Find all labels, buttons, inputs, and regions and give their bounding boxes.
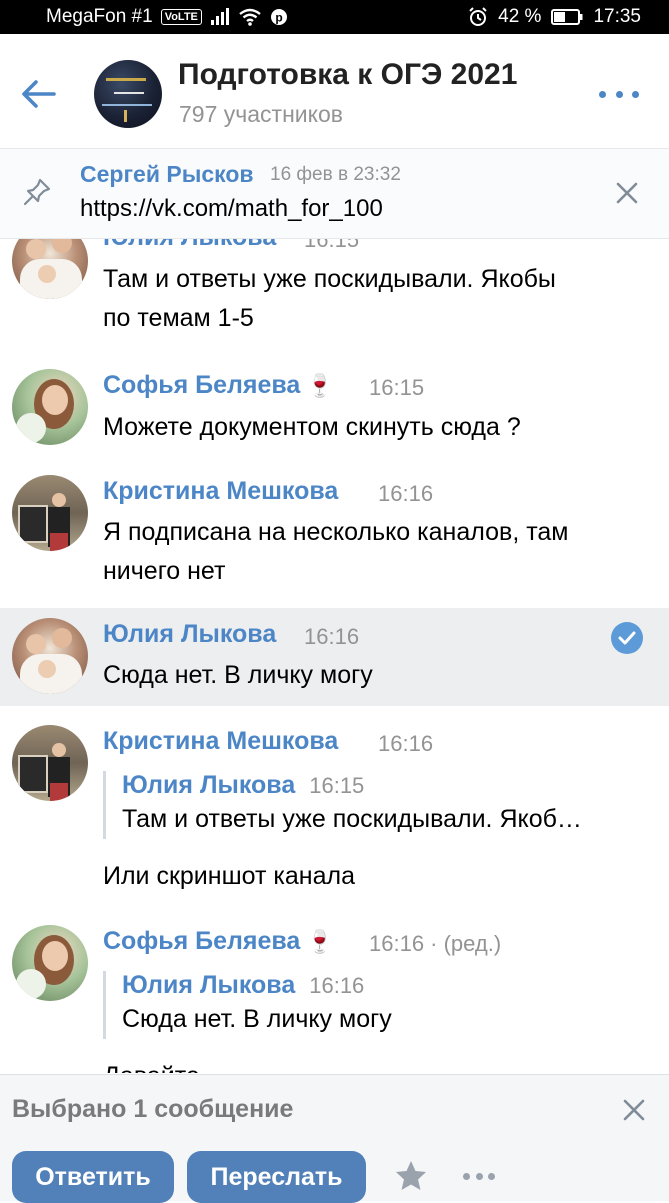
- message-author[interactable]: Софья Беляева 🍷: [103, 371, 334, 400]
- message-list[interactable]: Юлия Лыкова 16:15 Там и ответы уже поски…: [0, 239, 669, 1073]
- carrier-name: MegaFon #1: [46, 6, 153, 27]
- message-time: 16:16: [304, 624, 360, 649]
- forward-button[interactable]: Переслать: [187, 1151, 366, 1203]
- message-text: Там и ответы уже поскидывали. Якобы по т…: [103, 260, 643, 338]
- selected-count: Выбрано 1 сообщение: [12, 1095, 294, 1123]
- dot-icon: [615, 90, 623, 98]
- message-time: 16:16: [378, 481, 434, 506]
- pinned-author: Сергей Рысков: [80, 161, 254, 187]
- message-item[interactable]: Софья Беляева 🍷 16:15 Можете документом с…: [0, 353, 669, 453]
- message-time: 16:16 · (ред.): [369, 931, 502, 956]
- reply-quote[interactable]: Юлия Лыкова 16:15 Там и ответы уже поскид…: [103, 771, 662, 839]
- message-line: по темам 1-5: [103, 304, 254, 332]
- message-text: Я подписана на несколько каналов, там ни…: [103, 513, 643, 591]
- message-item-selected[interactable]: Юлия Лыкова 16:16 Сюда нет. В личку могу: [0, 608, 669, 706]
- avatar[interactable]: [12, 925, 88, 1001]
- svg-text:p: p: [275, 11, 282, 25]
- pinned-message[interactable]: Сергей Рысков 16 фев в 23:32 https://vk.…: [0, 149, 669, 239]
- avatar[interactable]: [12, 369, 88, 445]
- pinterest-icon: p: [270, 9, 287, 25]
- message-text: Можете документом скинуть сюда ?: [103, 408, 643, 447]
- avatar[interactable]: [12, 725, 88, 801]
- message-text: Или скриншот канала: [103, 857, 643, 896]
- avatar[interactable]: [12, 618, 88, 694]
- quote-author: Юлия Лыкова: [122, 771, 296, 799]
- alarm-icon: [469, 7, 487, 26]
- members-count: 797 участников: [179, 101, 343, 127]
- clock: 17:35: [593, 6, 641, 27]
- quote-time: 16:15: [309, 773, 365, 798]
- message-line: Там и ответы уже поскидывали. Якобы: [103, 265, 556, 293]
- back-arrow-icon: [22, 80, 56, 108]
- dot-icon: [599, 90, 606, 98]
- wine-glass-icon: 🍷: [306, 373, 334, 398]
- star-icon[interactable]: [394, 1159, 428, 1193]
- reply-quote[interactable]: Юлия Лыкова 16:16 Сюда нет. В личку могу: [103, 971, 662, 1039]
- chat-avatar[interactable]: [94, 60, 162, 128]
- message-item[interactable]: Кристина Мешкова 16:16 Юлия Лыкова 16:15 …: [0, 713, 669, 909]
- chat-header: Подготовка к ОГЭ 2021 797 участников: [0, 34, 669, 149]
- more-options-button[interactable]: [599, 82, 639, 106]
- pin-icon: [23, 178, 51, 206]
- selected-check-icon[interactable]: [611, 622, 643, 654]
- message-item[interactable]: Кристина Мешкова 16:16 Я подписана на не…: [0, 459, 669, 599]
- avatar[interactable]: [12, 239, 88, 299]
- message-author[interactable]: Кристина Мешкова: [103, 477, 338, 506]
- quote-text: Сюда нет. В личку могу: [122, 1005, 392, 1033]
- quote-text: Там и ответы уже поскидывали. Якоб…: [122, 805, 582, 833]
- back-button[interactable]: [16, 72, 60, 116]
- battery-percent: 42 %: [498, 6, 542, 27]
- dot-icon: [632, 90, 639, 98]
- battery-icon: [551, 9, 583, 25]
- message-line: Сюда нет. В личку могу: [103, 661, 373, 689]
- message-line: Или скриншот канала: [103, 862, 355, 890]
- pinned-time: 16 фев в 23:32: [270, 164, 401, 185]
- status-bar: MegaFon #1 VoLTE p 42 % 17:35: [0, 0, 669, 34]
- message-item[interactable]: Софья Беляева 🍷 16:16 · (ред.) Юлия Лыков…: [0, 913, 669, 1073]
- message-time: 16:16: [378, 731, 434, 756]
- chat-title[interactable]: Подготовка к ОГЭ 2021: [178, 58, 517, 92]
- signal-icon: [210, 8, 229, 25]
- message-author[interactable]: Юлия Лыкова: [103, 239, 276, 252]
- more-actions-button[interactable]: [463, 1173, 495, 1181]
- message-line: Давайте: [103, 1057, 643, 1073]
- wifi-icon: [239, 8, 261, 26]
- close-selection-icon[interactable]: [621, 1097, 647, 1123]
- message-text: Сюда нет. В личку могу: [103, 656, 643, 695]
- dot-icon: [475, 1173, 483, 1180]
- message-line: Можете документом скинуть сюда ?: [103, 413, 521, 441]
- message-item[interactable]: Юлия Лыкова 16:15 Там и ответы уже поски…: [0, 239, 669, 335]
- message-author[interactable]: Юлия Лыкова: [103, 620, 276, 649]
- reply-button[interactable]: Ответить: [12, 1151, 174, 1203]
- message-author[interactable]: Софья Беляева 🍷: [103, 927, 334, 956]
- selection-action-bar: Выбрано 1 сообщение Ответить Переслать: [0, 1074, 669, 1203]
- close-pinned-icon[interactable]: [613, 179, 641, 207]
- message-author[interactable]: Кристина Мешкова: [103, 727, 338, 756]
- message-time: 16:15: [304, 239, 360, 252]
- dot-icon: [463, 1173, 470, 1180]
- pinned-link[interactable]: https://vk.com/math_for_100: [80, 195, 383, 223]
- message-text: Давайте: [103, 1057, 643, 1073]
- message-time: 16:15: [369, 375, 425, 400]
- wine-glass-icon: 🍷: [306, 929, 334, 954]
- message-line: Я подписана на несколько каналов, там: [103, 518, 569, 546]
- volte-badge: VoLTE: [160, 9, 202, 25]
- dot-icon: [488, 1173, 495, 1180]
- avatar[interactable]: [12, 475, 88, 551]
- quote-author: Юлия Лыкова: [122, 971, 296, 999]
- quote-time: 16:16: [309, 973, 365, 998]
- message-line: ничего нет: [103, 557, 226, 585]
